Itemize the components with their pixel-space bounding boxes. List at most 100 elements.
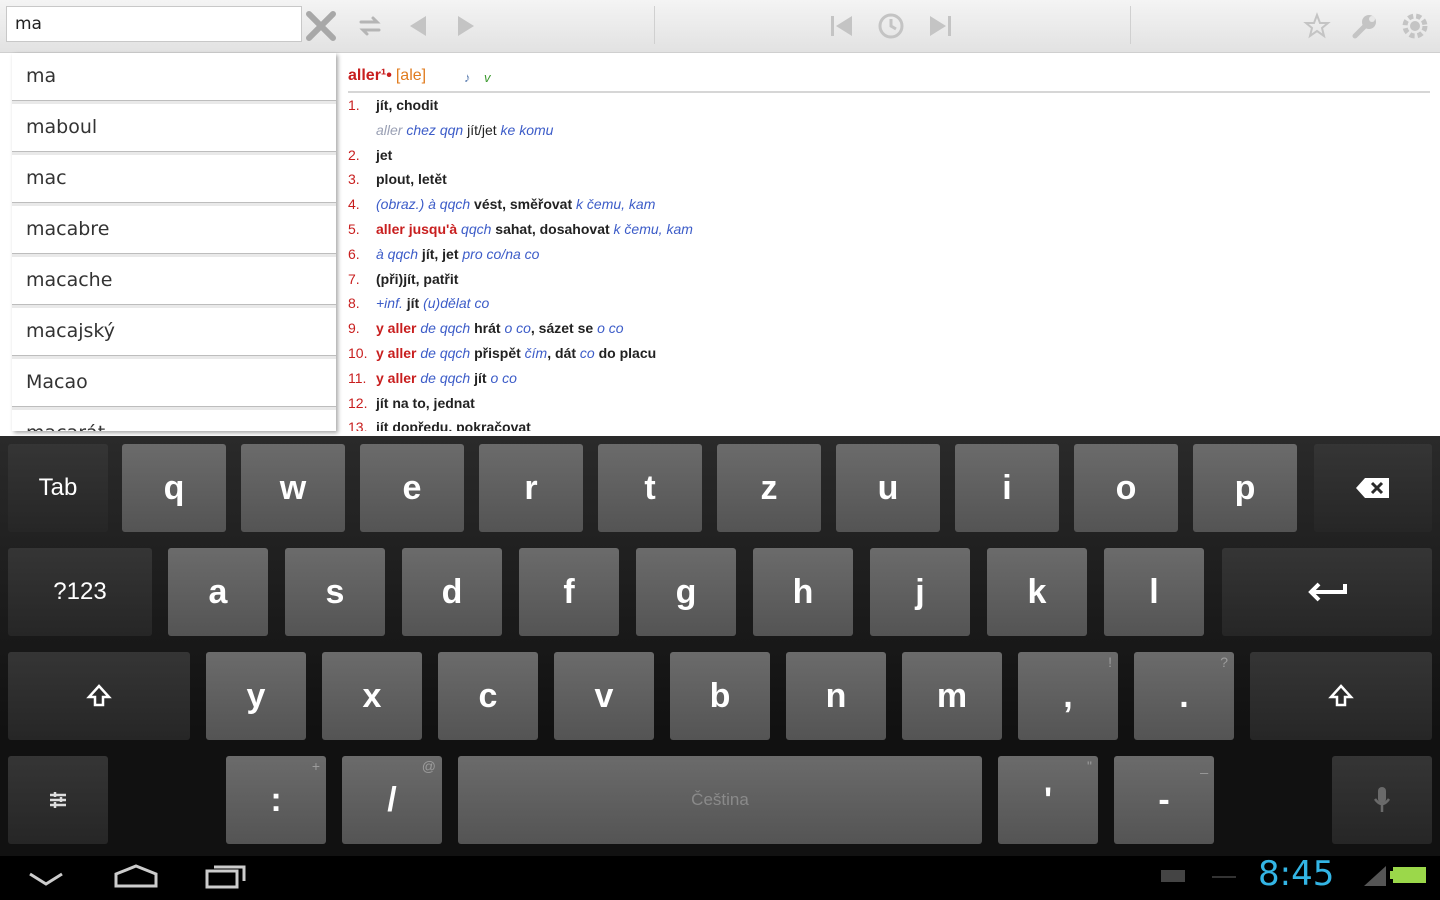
settings-gear-icon[interactable] [1397, 8, 1433, 44]
shift-right-key[interactable] [1250, 652, 1432, 740]
suggestion-item[interactable]: macache [12, 257, 336, 305]
sense-row: 13. jít dopředu, pokračovat [348, 415, 1430, 431]
key-x[interactable]: x [322, 652, 422, 740]
verb-mark-icon: v [484, 70, 491, 85]
key-r[interactable]: r [479, 444, 583, 532]
sense-row: 4. (obraz.) à qqch vést, směřovat k čemu,… [348, 192, 1430, 217]
backspace-icon [1356, 478, 1389, 498]
sense-text: jít, chodit [376, 97, 439, 113]
swap-direction-icon[interactable] [352, 8, 388, 44]
key-b[interactable]: b [670, 652, 770, 740]
forward-icon[interactable] [448, 8, 484, 44]
suggestion-item[interactable]: macarát [12, 410, 336, 431]
key-i[interactable]: i [955, 444, 1059, 532]
search-input[interactable] [6, 6, 302, 42]
speaker-icon[interactable]: ♪ [464, 70, 471, 85]
sense-row: 7. (při)jít, patřit [348, 267, 1430, 292]
sense-number: 8. [348, 295, 360, 312]
sense-text: sahat, dosahovat [491, 220, 614, 237]
key-l[interactable]: l [1104, 548, 1204, 636]
key-period[interactable]: . ? [1134, 652, 1234, 740]
key-comma[interactable]: , ! [1018, 652, 1118, 740]
keyboard-notification-icon [1161, 870, 1185, 882]
voice-input-key[interactable] [1332, 756, 1432, 844]
suggestion-item[interactable]: maboul [12, 104, 336, 152]
hide-keyboard-icon[interactable] [26, 868, 66, 888]
key-apostrophe-hint: " [1087, 758, 1092, 774]
sense-number: 3. [348, 171, 360, 188]
key-q[interactable]: q [122, 444, 226, 532]
key-colon[interactable]: : + [226, 756, 326, 844]
key-h[interactable]: h [753, 548, 853, 636]
sense-text: do placu [594, 344, 657, 361]
sense-text: aller jusqu'à [376, 220, 458, 237]
suggestion-item[interactable]: macajský [12, 308, 336, 356]
key-hyphen[interactable]: - _ [1114, 756, 1214, 844]
history-back-icon[interactable] [825, 8, 861, 44]
key-w[interactable]: w [241, 444, 345, 532]
star-icon[interactable] [1299, 8, 1335, 44]
wrench-icon[interactable] [1347, 8, 1383, 44]
sense-row: 5. aller jusqu'à qqch sahat, dosahovat k … [348, 217, 1430, 242]
key-o[interactable]: o [1074, 444, 1178, 532]
keyboard-settings-key[interactable] [8, 756, 108, 844]
key-j[interactable]: j [870, 548, 970, 636]
key-e[interactable]: e [360, 444, 464, 532]
suggestion-item[interactable]: macabre [12, 206, 336, 254]
sense-row: 11. y aller de qqch jít o co [348, 366, 1430, 391]
key-n[interactable]: n [786, 652, 886, 740]
key-tab[interactable]: Tab [8, 444, 108, 532]
back-icon[interactable] [400, 8, 436, 44]
sense-number: 9. [348, 320, 360, 337]
sense-text: vést, směřovat [470, 196, 577, 213]
pronunciation: [ale] [395, 67, 427, 84]
sense-text: de qqch [416, 320, 471, 337]
sense-text: (obraz.) à qqch [376, 196, 471, 213]
shift-left-key[interactable] [8, 652, 190, 740]
key-symbols[interactable]: ?123 [8, 548, 152, 636]
key-z[interactable]: z [717, 444, 821, 532]
home-icon[interactable] [112, 862, 160, 890]
enter-key[interactable] [1222, 548, 1432, 636]
key-k[interactable]: k [987, 548, 1087, 636]
key-t[interactable]: t [598, 444, 702, 532]
suggestion-item[interactable]: Macao [12, 359, 336, 407]
key-apostrophe[interactable]: ' " [998, 756, 1098, 844]
key-y[interactable]: y [206, 652, 306, 740]
sense-number: 11. [348, 369, 367, 386]
sense-row: 9. y aller de qqch hrát o co, sázet se o … [348, 316, 1430, 341]
key-d[interactable]: d [402, 548, 502, 636]
history-icon[interactable] [873, 8, 909, 44]
recent-apps-icon[interactable] [204, 862, 250, 890]
key-a[interactable]: a [168, 548, 268, 636]
history-forward-icon[interactable] [921, 8, 957, 44]
sense-text: qqch [457, 220, 492, 237]
sense-number: 2. [348, 146, 360, 163]
key-m[interactable]: m [902, 652, 1002, 740]
space-bar[interactable]: Čeština [458, 756, 982, 844]
key-u[interactable]: u [836, 444, 940, 532]
backspace-key[interactable] [1314, 444, 1432, 532]
sense-row: 6. à qqch jít, jet pro co/na co [348, 242, 1430, 267]
suggestion-item[interactable]: ma [12, 53, 336, 101]
sense-row: 1. jít, chodit [348, 93, 1430, 118]
key-c[interactable]: c [438, 652, 538, 740]
clear-search-icon[interactable] [303, 8, 339, 44]
key-p[interactable]: p [1193, 444, 1297, 532]
sense-text: čím [524, 344, 548, 361]
sense-number: 7. [348, 270, 360, 287]
key-apostrophe-label: ' [1043, 780, 1053, 819]
sense-text: jít na to, jednat [376, 394, 475, 411]
suggestion-item[interactable]: mac [12, 155, 336, 203]
key-comma-label: , [1063, 676, 1073, 715]
key-slash[interactable]: / @ [342, 756, 442, 844]
sense-text: chez qqn [402, 121, 464, 138]
sense-text: +inf. [376, 295, 403, 312]
key-s[interactable]: s [285, 548, 385, 636]
key-v[interactable]: v [554, 652, 654, 740]
clock[interactable]: 8:45 [1258, 854, 1334, 894]
sense-text: à qqch [376, 245, 419, 262]
key-f[interactable]: f [519, 548, 619, 636]
key-g[interactable]: g [636, 548, 736, 636]
sense-text: jít, jet [418, 245, 463, 262]
